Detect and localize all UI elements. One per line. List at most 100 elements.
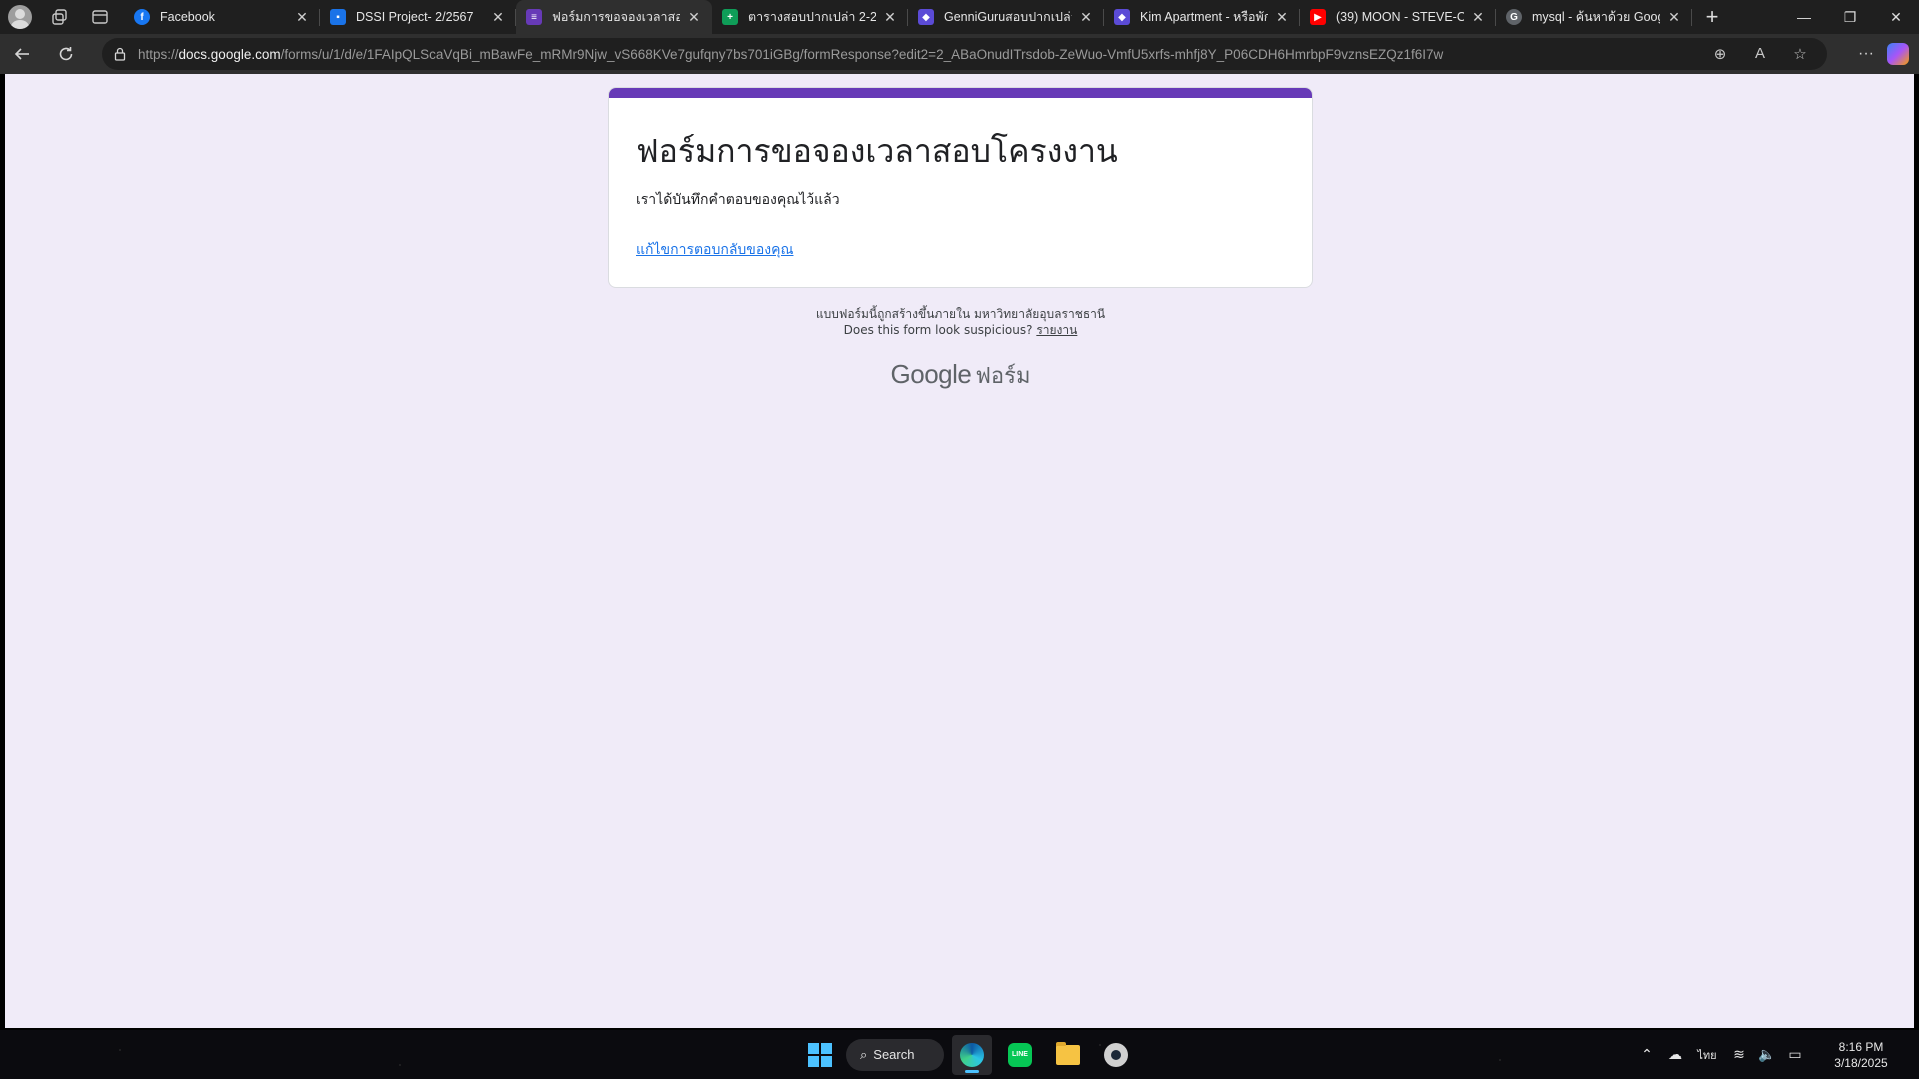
minimize-icon: — xyxy=(1797,9,1811,25)
form-confirmation-card: ฟอร์มการขอจองเวลาสอบโครงงาน เราได้บันทึก… xyxy=(608,87,1313,288)
taskbar-apps: ⌕ Search LINE xyxy=(802,1030,1136,1079)
edit-response-link[interactable]: แก้ไขการตอบกลับของคุณ xyxy=(636,239,793,261)
url-text[interactable]: https://docs.google.com/forms/u/1/d/e/1F… xyxy=(138,47,1707,62)
toolbar-right: ··· xyxy=(1845,34,1919,74)
close-window-button[interactable]: ✕ xyxy=(1873,0,1919,34)
close-icon[interactable]: ✕ xyxy=(294,9,310,25)
back-button[interactable] xyxy=(0,34,44,74)
onedrive-cloud-icon[interactable]: ☁ xyxy=(1661,1046,1689,1063)
tab-exam-schedule[interactable]: + ตารางสอบปากเปล่า 2-2567 ✕ xyxy=(712,0,908,34)
ellipsis-icon: ··· xyxy=(1858,45,1874,62)
clock-time: 8:16 PM xyxy=(1838,1039,1884,1054)
facebook-icon: f xyxy=(134,9,150,25)
page-content: ฟอร์มการขอจองเวลาสอบโครงงาน เราได้บันทึก… xyxy=(5,74,1914,1028)
close-icon[interactable]: ✕ xyxy=(882,9,898,25)
minimize-button[interactable]: — xyxy=(1781,0,1827,34)
volume-icon[interactable]: 🔈 xyxy=(1753,1046,1781,1063)
tab-title: GenniGuruสอบปากเปล่า - ห xyxy=(944,10,1072,24)
url-scheme: https:// xyxy=(138,46,179,62)
address-bar[interactable]: https://docs.google.com/forms/u/1/d/e/1F… xyxy=(102,38,1827,70)
confirmation-message: เราได้บันทึกคำตอบของคุณไว้แล้ว xyxy=(636,192,840,208)
close-icon[interactable]: ✕ xyxy=(1666,9,1682,25)
shield-icon: ◆ xyxy=(918,9,934,25)
input-language[interactable]: ไทย xyxy=(1689,1046,1725,1064)
clock[interactable]: 8:16 PM 3/18/2025 xyxy=(1813,1039,1909,1071)
youtube-icon: ▶ xyxy=(1310,9,1326,25)
windows-taskbar: ⌕ Search LINE ⌃ ☁ ไทย ≋ 🔈 ▭ 8:16 PM 3/18… xyxy=(0,1030,1919,1079)
wifi-icon[interactable]: ≋ xyxy=(1725,1046,1753,1063)
taskbar-file-explorer[interactable] xyxy=(1048,1035,1088,1075)
google-sheets-icon: + xyxy=(722,9,738,25)
close-icon[interactable]: ✕ xyxy=(686,9,702,25)
workspaces-button[interactable] xyxy=(40,0,80,34)
google-classroom-icon: ▪ xyxy=(330,9,346,25)
forms-wordmark: ฟอร์ม xyxy=(975,364,1031,389)
form-title: ฟอร์มการขอจองเวลาสอบโครงงาน xyxy=(636,132,1118,170)
tab-kim-apartment[interactable]: ◆ Kim Apartment - หรือพักเม ✕ xyxy=(1104,0,1300,34)
taskbar-edge[interactable] xyxy=(952,1034,992,1075)
google-forms-logo[interactable]: Google ฟอร์ม xyxy=(608,358,1313,393)
steam-icon xyxy=(1104,1042,1128,1067)
battery-icon[interactable]: ▭ xyxy=(1781,1046,1809,1063)
tab-dssi-project[interactable]: ▪ DSSI Project- 2/2567 ✕ xyxy=(320,0,516,34)
chevron-up-icon[interactable]: ⌃ xyxy=(1633,1046,1661,1063)
browser-toolbar: https://docs.google.com/forms/u/1/d/e/1F… xyxy=(0,34,1919,74)
close-icon[interactable]: ✕ xyxy=(490,9,506,25)
edge-icon xyxy=(960,1042,984,1067)
suspicious-text: Does this form look suspicious? xyxy=(843,323,1033,337)
close-icon: ✕ xyxy=(1890,8,1902,25)
tab-title: ตารางสอบปากเปล่า 2-2567 xyxy=(748,10,876,24)
browser-titlebar: f Facebook ✕ ▪ DSSI Project- 2/2567 ✕ ≡ … xyxy=(0,0,1919,34)
report-link[interactable]: รายงาน xyxy=(1036,323,1077,337)
tab-title: Facebook xyxy=(160,10,215,24)
read-aloud-icon[interactable]: A xyxy=(1747,45,1773,63)
created-in-text: แบบฟอร์มนี้ถูกสร้างขึ้นภายใน มหาวิทยาลัย… xyxy=(815,307,1106,321)
search-label: Search xyxy=(873,1047,915,1062)
form-accent-bar xyxy=(609,88,1312,98)
taskbar-line[interactable]: LINE xyxy=(1000,1035,1040,1075)
tab-mysql-search[interactable]: G mysql - ค้นหาด้วย Google ✕ xyxy=(1496,0,1692,34)
close-icon[interactable]: ✕ xyxy=(1274,9,1290,25)
tab-title: (39) MOON - STEVE-O (V xyxy=(1336,10,1464,24)
taskbar-search-button[interactable]: ⌕ Search xyxy=(846,1038,944,1071)
window-controls: — ❐ ✕ xyxy=(1781,0,1919,34)
workspaces-icon xyxy=(52,9,67,25)
tab-title: mysql - ค้นหาด้วย Google xyxy=(1532,10,1660,24)
search-icon: ⌕ xyxy=(860,1046,868,1062)
close-icon[interactable]: ✕ xyxy=(1470,9,1486,25)
url-path: /forms/u/1/d/e/1FAIpQLScaVqBi_mBawFe_mRM… xyxy=(280,46,1444,62)
url-host: docs.google.com xyxy=(178,46,281,62)
new-tab-button[interactable]: + xyxy=(1692,0,1732,34)
more-options-button[interactable]: ··· xyxy=(1845,34,1887,74)
zoom-icon[interactable]: ⊕ xyxy=(1707,45,1733,63)
tab-youtube[interactable]: ▶ (39) MOON - STEVE-O (V ✕ xyxy=(1300,0,1496,34)
arrow-left-icon xyxy=(14,48,29,60)
tab-title: DSSI Project- 2/2567 xyxy=(356,10,474,24)
tab-facebook[interactable]: f Facebook ✕ xyxy=(124,0,320,34)
tab-form-booking[interactable]: ≡ ฟอร์มการขอจองเวลาสอบโครงงาน ✕ xyxy=(516,0,712,34)
lock-icon[interactable] xyxy=(102,47,138,61)
restore-button[interactable]: ❐ xyxy=(1827,0,1873,34)
windows-start-icon[interactable] xyxy=(802,1037,838,1073)
refresh-button[interactable] xyxy=(44,34,88,74)
clock-date: 3/18/2025 xyxy=(1834,1055,1888,1070)
favorite-star-icon[interactable]: ☆ xyxy=(1787,45,1813,63)
address-bar-actions: ⊕ A ☆ xyxy=(1707,45,1827,63)
google-wordmark: Google xyxy=(890,359,972,389)
tab-title: Kim Apartment - หรือพักเม xyxy=(1140,10,1268,24)
restore-icon: ❐ xyxy=(1843,8,1857,25)
folder-icon xyxy=(1056,1041,1080,1065)
tab-title: ฟอร์มการขอจองเวลาสอบโครงงาน xyxy=(552,10,680,24)
tab-genniguru[interactable]: ◆ GenniGuruสอบปากเปล่า - ห ✕ xyxy=(908,0,1104,34)
vertical-tabs-icon xyxy=(92,10,108,24)
tab-strip: f Facebook ✕ ▪ DSSI Project- 2/2567 ✕ ≡ … xyxy=(124,0,1692,34)
close-icon[interactable]: ✕ xyxy=(1078,9,1094,25)
copilot-icon[interactable] xyxy=(1887,43,1909,65)
tab-actions-button[interactable] xyxy=(80,0,120,34)
form-footer: แบบฟอร์มนี้ถูกสร้างขึ้นภายใน มหาวิทยาลัย… xyxy=(608,306,1313,338)
taskbar-steam[interactable] xyxy=(1096,1035,1136,1075)
suspicious-line: Does this form look suspicious? รายงาน xyxy=(608,322,1313,338)
line-icon: LINE xyxy=(1008,1042,1032,1067)
shield-icon: ◆ xyxy=(1114,9,1130,25)
profile-button[interactable] xyxy=(0,0,40,34)
